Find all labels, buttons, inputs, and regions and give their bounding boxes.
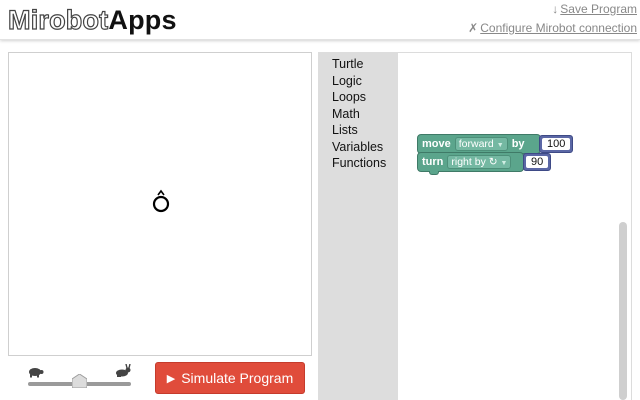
- brand-logo-part2: Apps: [108, 5, 177, 35]
- turn-direction-value: right by ↻: [451, 156, 498, 168]
- move-block-keyword: move: [422, 138, 451, 150]
- toolbox-category-variables[interactable]: Variables: [318, 139, 398, 156]
- play-icon: ▶: [166, 372, 176, 385]
- configure-connection-link[interactable]: ✗ Configure Mirobot connection: [468, 21, 637, 35]
- turn-block-keyword: turn: [422, 156, 444, 168]
- move-distance-input[interactable]: 100: [539, 135, 574, 153]
- save-program-link[interactable]: ↓ Save Program: [552, 2, 637, 16]
- configure-connection-label: Configure Mirobot connection: [480, 21, 637, 35]
- brand-logo-part1: Mirobot: [7, 4, 109, 35]
- move-distance-value: 100: [542, 138, 571, 150]
- simulate-program-label: Simulate Program: [181, 370, 294, 386]
- toolbox-category-lists[interactable]: Lists: [318, 122, 398, 139]
- toolbox-category-math[interactable]: Math: [318, 106, 398, 123]
- block-toolbox: Turtle Logic Loops Math Lists Variables …: [318, 52, 398, 400]
- simulate-program-button[interactable]: ▶ Simulate Program: [155, 362, 305, 394]
- workspace-scrollbar[interactable]: [619, 222, 627, 400]
- download-arrow-icon: ↓: [552, 2, 559, 16]
- turn-angle-value: 90: [526, 156, 549, 168]
- brand-logo: MirobotApps: [7, 4, 177, 36]
- turtle-icon: [29, 368, 44, 378]
- move-block-connector: by: [511, 138, 525, 150]
- turn-block[interactable]: turn right by ↻ ▼: [417, 152, 524, 172]
- drawing-canvas: [8, 52, 312, 356]
- toolbox-category-logic[interactable]: Logic: [318, 73, 398, 90]
- turn-angle-input[interactable]: 90: [523, 153, 552, 171]
- speed-slider-thumb[interactable]: [72, 374, 87, 388]
- toolbox-category-loops[interactable]: Loops: [318, 89, 398, 106]
- turn-direction-dropdown[interactable]: right by ↻ ▼: [447, 155, 512, 169]
- direction-dropdown[interactable]: forward ▼: [454, 137, 508, 151]
- turtle-cursor-icon: [152, 189, 170, 213]
- rabbit-icon: [116, 364, 131, 377]
- toolbox-category-turtle[interactable]: Turtle: [318, 56, 398, 73]
- app-header: MirobotApps ↓ Save Program ✗ Configure Mir…: [0, 0, 640, 40]
- chevron-down-icon: ▼: [496, 142, 504, 149]
- direction-dropdown-value: forward: [458, 138, 494, 150]
- block-connector-notch: [429, 171, 439, 175]
- cross-icon: ✗: [468, 21, 479, 35]
- move-block[interactable]: move forward ▼ by: [417, 134, 541, 154]
- chevron-down-icon: ▼: [500, 160, 508, 167]
- save-program-label: Save Program: [560, 2, 637, 16]
- toolbox-category-functions[interactable]: Functions: [318, 155, 398, 172]
